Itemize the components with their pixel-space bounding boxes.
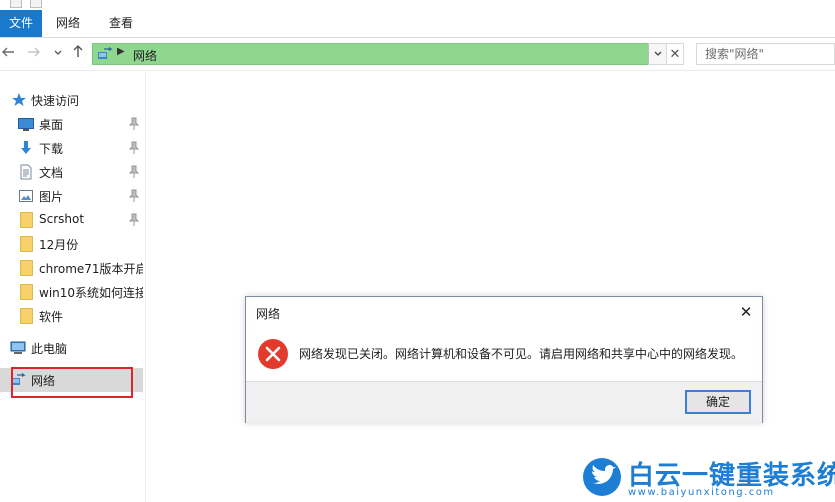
sidebar-item-this-pc[interactable]: 此电脑 (0, 336, 145, 360)
pane-divider[interactable] (145, 71, 146, 502)
arrow-right-icon (28, 47, 40, 57)
watermark: 白云一键重装系统 www.baiyunxitong.com (582, 455, 835, 502)
up-button[interactable] (70, 44, 86, 64)
error-icon (258, 339, 288, 369)
sidebar-item-label: 桌面 (39, 118, 64, 132)
navigation-pane: 快速访问 桌面 下载 文档 图片 Scrshot 12月份 chrome71版本… (0, 71, 145, 502)
pictures-icon (19, 190, 33, 202)
back-button[interactable] (0, 44, 16, 64)
quick-access-label: 快速访问 (31, 94, 80, 108)
title-bar (0, 0, 835, 10)
sidebar-item-december[interactable]: 12月份 (0, 232, 145, 256)
arrow-up-icon (73, 45, 83, 57)
address-bar[interactable]: ▶ 网络 (92, 43, 666, 65)
sidebar-item-label: 此电脑 (31, 342, 68, 356)
quick-access-item[interactable]: 快速访问 (0, 88, 145, 112)
sidebar-item-desktop[interactable]: 桌面 (0, 112, 145, 136)
folder-icon (20, 260, 33, 276)
pin-icon[interactable] (129, 165, 139, 179)
dialog-close-button[interactable]: ✕ (736, 303, 756, 321)
star-icon (12, 93, 26, 106)
sidebar-item-label: 下载 (39, 142, 64, 156)
sidebar-item-scrshot[interactable]: Scrshot (0, 208, 145, 232)
address-clear-button[interactable]: ✕ (666, 43, 684, 65)
tab-file[interactable]: 文件 (0, 10, 42, 37)
download-icon (21, 141, 31, 154)
breadcrumb-separator: ▶ (117, 46, 125, 57)
search-input[interactable]: 搜索"网络" (696, 43, 835, 65)
pin-icon[interactable] (129, 141, 139, 155)
arrow-left-icon (2, 47, 14, 57)
folder-icon (20, 308, 33, 324)
search-placeholder: 搜索"网络" (705, 47, 765, 61)
close-icon: ✕ (739, 303, 753, 321)
folder-icon (20, 212, 33, 228)
navigation-bar: ▶ 网络 ✕ 搜索"网络" (0, 38, 835, 71)
chevron-down-icon (54, 50, 62, 55)
highlight-box (11, 367, 133, 398)
sidebar-item-chrome71[interactable]: chrome71版本开启 (0, 256, 145, 280)
sidebar-item-label: 12月份 (39, 238, 79, 252)
sidebar-item-label: 文档 (39, 166, 64, 180)
computer-icon (10, 341, 26, 354)
tab-view[interactable]: 查看 (100, 10, 142, 37)
network-icon (98, 47, 113, 59)
pin-icon[interactable] (129, 117, 139, 131)
forward-button[interactable] (27, 44, 41, 64)
sidebar-item-label: win10系统如何连接 (39, 286, 143, 300)
sidebar-item-label: Scrshot (39, 212, 85, 226)
sidebar-item-label: chrome71版本开启 (39, 262, 143, 276)
sidebar-item-documents[interactable]: 文档 (0, 160, 145, 184)
sidebar-item-pictures[interactable]: 图片 (0, 184, 145, 208)
ribbon-tabs: 文件 网络 查看 (0, 10, 835, 38)
dialog-footer: 确定 (246, 381, 762, 423)
folder-icon (20, 236, 33, 252)
pin-icon[interactable] (129, 213, 139, 227)
breadcrumb-network[interactable]: 网络 (133, 47, 157, 64)
error-dialog: 网络 ✕ 网络发现已关闭。网络计算机和设备不可见。请启用网络和共享中心中的网络发… (245, 296, 763, 423)
sidebar-item-win10[interactable]: win10系统如何连接 (0, 280, 145, 304)
close-icon: ✕ (669, 47, 681, 62)
watermark-url: www.baiyunxitong.com (628, 487, 775, 498)
chevron-down-icon (654, 51, 661, 56)
tab-network[interactable]: 网络 (47, 10, 89, 37)
quick-access-toolbar-icon[interactable] (30, 0, 42, 8)
bird-logo-icon (583, 458, 621, 496)
ok-button[interactable]: 确定 (685, 390, 751, 414)
desktop-icon (18, 118, 34, 131)
sidebar-item-label: 软件 (39, 310, 64, 324)
address-history-dropdown[interactable] (648, 43, 666, 65)
sidebar-item-label: 图片 (39, 190, 64, 204)
quick-access-toolbar-icon[interactable] (10, 0, 22, 8)
dialog-title: 网络 (256, 307, 281, 321)
dialog-message: 网络发现已关闭。网络计算机和设备不可见。请启用网络和共享中心中的网络发现。 (299, 347, 744, 361)
recent-locations-button[interactable] (52, 44, 64, 64)
sidebar-item-software[interactable]: 软件 (0, 304, 145, 328)
pin-icon[interactable] (129, 189, 139, 203)
document-icon (20, 164, 32, 180)
sidebar-item-downloads[interactable]: 下载 (0, 136, 145, 160)
folder-icon (20, 284, 33, 300)
